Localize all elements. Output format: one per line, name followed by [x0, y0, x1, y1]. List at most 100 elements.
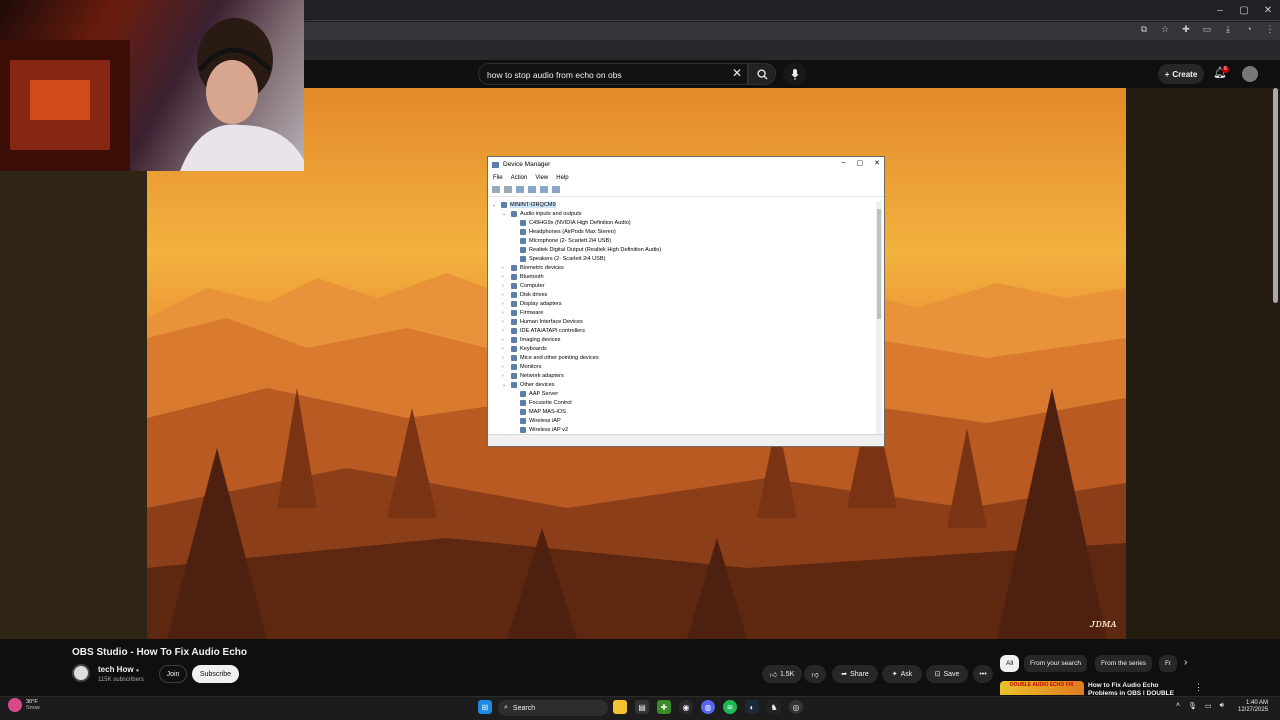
weather-desc: Snow	[26, 705, 40, 711]
unknown-device-icon	[520, 390, 526, 397]
chip-from-series[interactable]: From the series	[1095, 655, 1153, 672]
network-icon[interactable]: ▭	[1205, 702, 1212, 710]
join-button[interactable]: Join	[159, 665, 187, 683]
tree-item-label: Wireless iAP	[529, 417, 561, 424]
download-icon[interactable]: ⤓	[1222, 24, 1234, 35]
forward-arrow-icon	[504, 186, 512, 193]
dm-toolbar	[488, 183, 884, 197]
device-manager-icon	[492, 161, 499, 168]
search-input[interactable]: how to stop audio from echo on obs	[478, 63, 748, 85]
discord-icon[interactable]: ◍	[701, 700, 715, 714]
network-icon	[511, 372, 517, 379]
speaker-icon	[520, 219, 526, 226]
plus-icon: +	[1164, 69, 1170, 79]
create-button[interactable]: + Create	[1158, 64, 1204, 84]
chevron-up-icon[interactable]: ˄	[1176, 702, 1180, 710]
profile-icon[interactable]: ◔	[1243, 24, 1255, 35]
tree-item-label: Microphone (2- Scarlett 2i4 USB)	[529, 237, 612, 244]
chip-all[interactable]: All	[1000, 655, 1020, 672]
taskbar-search[interactable]: ⌕ Search	[498, 700, 608, 716]
speaker-icon	[511, 210, 517, 217]
save-button[interactable]: ⊡ Save	[926, 665, 968, 683]
terminal-icon[interactable]: ▤	[635, 700, 649, 714]
properties-icon	[516, 186, 524, 193]
dm-title: Device Manager	[503, 161, 551, 168]
recommendation-title[interactable]: How to Fix Audio Echo Problems in OBS | …	[1088, 682, 1183, 695]
clear-search-icon[interactable]: ✕	[732, 66, 742, 80]
dislike-button[interactable]: 👎︎	[804, 665, 826, 683]
tree-category: › Bluetooth	[502, 273, 544, 280]
tree-item: C49HG9x (NVIDIA High Definition Audio)	[520, 218, 631, 227]
tree-category: › Mice and other pointing devices	[502, 354, 599, 361]
tree-category: › Display adapters	[502, 300, 562, 307]
sidebar-icon[interactable]: ▭	[1201, 24, 1213, 35]
share-button[interactable]: ➦ Share	[832, 665, 878, 683]
chevron-right-icon[interactable]: ›	[1184, 657, 1187, 668]
unknown-device-icon	[520, 399, 526, 406]
tree-category-label: Keyboards	[520, 345, 547, 352]
chrome-icon[interactable]: ◉	[679, 700, 693, 714]
extensions-icon[interactable]: ✚	[1180, 24, 1192, 35]
channel-avatar[interactable]	[72, 664, 90, 682]
star-icon[interactable]: ☆	[1159, 24, 1171, 35]
steam-icon[interactable]: ◐	[745, 700, 759, 714]
close-window-button[interactable]: ✕	[1256, 0, 1280, 20]
microphone-icon[interactable]: 🎙︎	[1188, 702, 1197, 710]
mouse-icon	[511, 354, 517, 361]
subscribe-button[interactable]: Subscribe	[192, 665, 239, 683]
spotify-icon[interactable]: ≋	[723, 700, 737, 714]
taskbar-clock[interactable]: 1:40 AM 12/27/2025	[1238, 700, 1268, 714]
tree-category: › Keyboards	[502, 345, 547, 352]
weather-widget[interactable]: 30°F Snow	[8, 698, 40, 712]
maximize-button[interactable]: ▢	[1232, 0, 1256, 20]
cast-icon[interactable]: ⧉	[1138, 24, 1150, 35]
chip-from-search[interactable]: From your search	[1024, 655, 1087, 672]
monitor-icon	[552, 186, 560, 193]
share-icon: ➦	[841, 671, 848, 678]
account-avatar[interactable]	[1242, 66, 1258, 82]
start-icon[interactable]: ⊞	[478, 700, 492, 714]
ask-button[interactable]: ✦ Ask	[882, 665, 922, 683]
tree-category: › Network adapters	[502, 372, 564, 379]
dm-menu-bar: File Action View Help	[488, 172, 884, 183]
dm-scrollbar-thumb	[877, 209, 881, 319]
channel-name[interactable]: tech How ●	[98, 665, 139, 674]
dm-title-bar: Device Manager	[488, 157, 884, 172]
file-explorer-icon[interactable]	[613, 700, 627, 714]
minecraft-icon[interactable]: ✚	[657, 700, 671, 714]
voice-search-button[interactable]	[783, 63, 807, 85]
page-scrollbar[interactable]	[1273, 88, 1278, 303]
tree-category: › Disk drives	[502, 291, 548, 298]
clock-date: 12/27/2025	[1238, 707, 1269, 713]
system-tray: ˄ 🎙︎ ▭ 🔊︎	[1176, 702, 1224, 710]
help-icon	[528, 186, 536, 193]
more-actions-button[interactable]: •••	[973, 665, 993, 683]
thumbs-up-icon: 👍︎	[769, 671, 777, 679]
minimize-button[interactable]: –	[1208, 0, 1232, 20]
video-watermark: ᴊᴅᴍᴀ	[1090, 617, 1117, 630]
computer-icon	[501, 201, 507, 208]
recommendation-thumbnail[interactable]: DOUBLE AUDIO ECHO FIX	[1000, 681, 1084, 695]
menu-icon[interactable]: ⋮	[1264, 24, 1276, 35]
tree-item: Wireless iAP	[520, 416, 561, 425]
tree-item: AAP Server	[520, 389, 558, 398]
chip-truncated[interactable]: Fr	[1159, 655, 1177, 672]
tree-item-label: Wireless iAP v2	[529, 426, 569, 433]
dm-status-bar	[488, 434, 884, 446]
volume-icon[interactable]: 🔊︎	[1220, 702, 1224, 710]
like-button[interactable]: 👍︎ 1.5K	[762, 665, 802, 683]
obs-icon[interactable]: ◎	[789, 700, 803, 714]
bookmark-icon: ⊡	[934, 671, 941, 678]
search-button[interactable]	[748, 63, 776, 85]
camera-icon	[511, 336, 517, 343]
more-icon[interactable]: ⋮	[1194, 682, 1203, 693]
tree-item-label: Realtek Digital Output (Realtek High Def…	[529, 246, 662, 253]
tree-category-label: IDE ATA/ATAPI controllers	[520, 327, 585, 334]
tree-category-label: Mice and other pointing devices	[520, 354, 599, 361]
app-icon[interactable]: ♞	[767, 700, 781, 714]
tree-item: Focusrite Control	[520, 398, 572, 407]
tree-item-label: Speakers (2- Scarlett 2i4 USB)	[529, 255, 606, 262]
channel-name-text: tech How	[98, 665, 134, 674]
microphone-icon	[791, 68, 799, 80]
ask-label: Ask	[900, 670, 913, 678]
